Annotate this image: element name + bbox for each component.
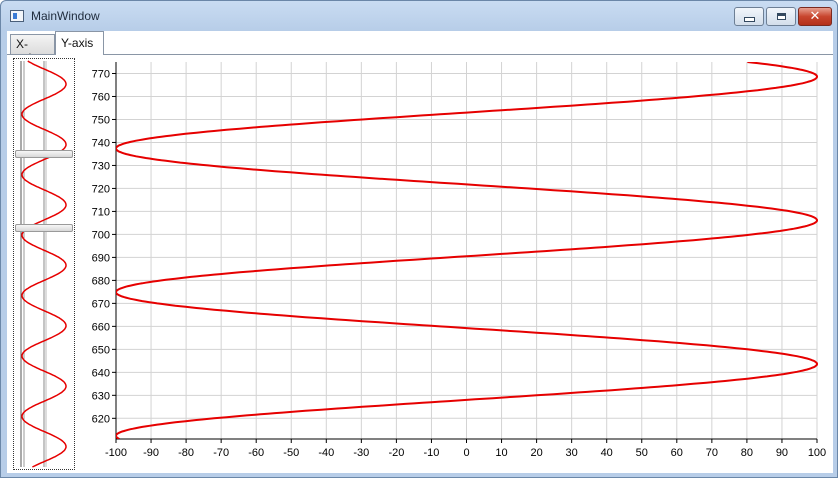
tab-x-axis[interactable]: X-axis [10, 34, 55, 65]
close-icon: ✕ [809, 9, 821, 24]
y-tick-label: 690 [92, 252, 110, 264]
tab-y-axis[interactable]: Y-axis [55, 31, 104, 55]
x-tick-label: 30 [566, 447, 578, 459]
window-title: MainWindow [31, 9, 100, 23]
main-chart[interactable]: -100 -90 -80 -70 -60 -50 -40 -30 -20 -10 0 10 20 30 40… [79, 58, 831, 470]
x-tick-label: -20 [388, 447, 404, 459]
close-button[interactable]: ✕ [798, 7, 832, 26]
main-window: MainWindow ✕ X-axis Y-axis -100-90-80-70… [0, 0, 838, 478]
overview-plot [20, 60, 67, 468]
minimize-button[interactable] [734, 7, 764, 26]
x-tick-label: 20 [530, 447, 542, 459]
x-tick-label: -100 [105, 447, 127, 459]
y-tick-label: 640 [92, 367, 110, 379]
x-tick-label: 80 [741, 447, 753, 459]
x-tick-label: 60 [671, 447, 683, 459]
title-bar[interactable]: MainWindow ✕ [1, 1, 837, 31]
y-tick-label: 660 [92, 321, 110, 333]
tab-strip: X-axis Y-axis [7, 31, 833, 65]
range-handle-top[interactable] [15, 149, 73, 158]
y-tick-label: 710 [92, 206, 110, 218]
x-tick-label: -30 [353, 447, 369, 459]
y-tick-label: 630 [92, 390, 110, 402]
x-tick-label: 0 [463, 447, 469, 459]
x-tick-label: -80 [178, 447, 194, 459]
y-tick-label: 770 [92, 68, 110, 80]
window-icon[interactable] [10, 10, 24, 22]
x-tick-label: -60 [248, 447, 264, 459]
y-tick-label: 720 [92, 183, 110, 195]
x-tick-label: -50 [283, 447, 299, 459]
x-tick-label: 90 [776, 447, 788, 459]
x-tick-label: 40 [601, 447, 613, 459]
client-area: X-axis Y-axis -100-90-80-70-60-50-40-30-… [7, 31, 833, 473]
x-tick-label: -90 [143, 447, 159, 459]
y-tick-label: 750 [92, 114, 110, 126]
y-tick-label: 730 [92, 160, 110, 172]
x-tick-label: -40 [318, 447, 334, 459]
x-tick-label: 100 [808, 447, 826, 459]
overview-range-selector[interactable] [13, 58, 75, 470]
x-tick-label: 50 [636, 447, 648, 459]
y-tick-label: 650 [92, 344, 110, 356]
x-tick-label: -70 [213, 447, 229, 459]
maximize-icon [776, 13, 786, 20]
maximize-button[interactable] [766, 7, 796, 26]
y-tick-label: 680 [92, 275, 110, 287]
x-tick-label: -10 [423, 447, 439, 459]
x-tick-label: 10 [495, 447, 507, 459]
y-tick-label: 620 [92, 413, 110, 425]
x-tick-label: 70 [706, 447, 718, 459]
tab-panel-y-axis: -100 -90 -80 -70 -60 -50 -40 -30 -20 -10 0 10 20 30 40… [7, 54, 833, 473]
y-tick-label: 670 [92, 298, 110, 310]
y-tick-label: 760 [92, 91, 110, 103]
minimize-icon [743, 17, 755, 22]
y-tick-label: 700 [92, 229, 110, 241]
range-handle-bottom[interactable] [15, 223, 73, 232]
y-tick-label: 740 [92, 137, 110, 149]
